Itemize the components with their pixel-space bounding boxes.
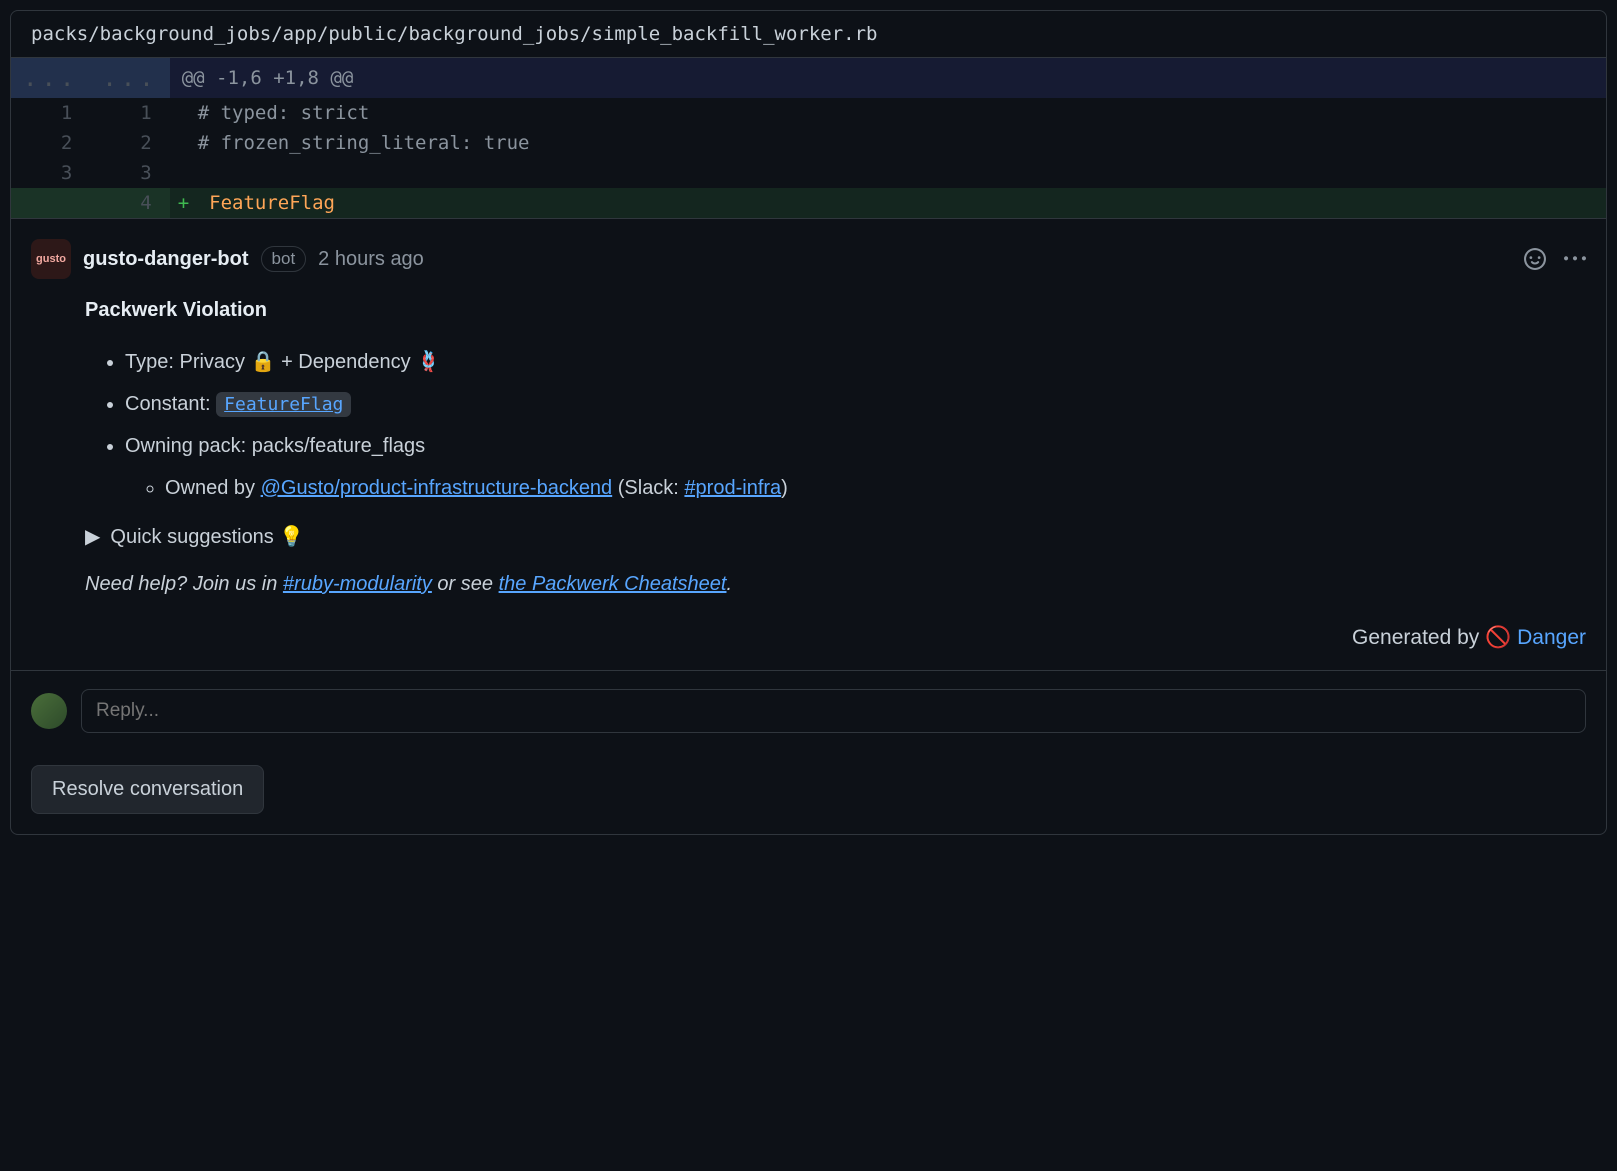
owning-pack-item: Owning pack: packs/feature_flags Owned b… (125, 430, 1586, 504)
quick-suggestions-label: Quick suggestions 💡 (110, 524, 304, 549)
violation-title: Packwerk Violation (85, 299, 1586, 322)
violation-type-item: Type: Privacy 🔒 + Dependency 🪢 (125, 346, 1586, 378)
diff-line: 2 2 # frozen_string_literal: true (11, 128, 1606, 158)
comment-timestamp[interactable]: 2 hours ago (318, 248, 424, 271)
resolve-conversation-button[interactable]: Resolve conversation (31, 765, 264, 814)
expand-hunk-old[interactable]: ... (11, 58, 90, 98)
line-number-new[interactable]: 1 (90, 98, 169, 128)
code-content: + FeatureFlag (170, 188, 1606, 218)
hunk-header-row: ... ... @@ -1,6 +1,8 @@ (11, 58, 1606, 98)
constant-link[interactable]: FeatureFlag (224, 394, 343, 415)
code-content (170, 158, 1606, 188)
diff-line-addition: 4 + FeatureFlag (11, 188, 1606, 218)
reply-input[interactable] (81, 689, 1586, 733)
line-number-old[interactable]: 3 (11, 158, 90, 188)
review-comment-container: packs/background_jobs/app/public/backgro… (10, 10, 1607, 835)
comment-header: gusto gusto-danger-bot bot 2 hours ago (31, 239, 1586, 279)
hunk-header: @@ -1,6 +1,8 @@ (170, 58, 1606, 98)
more-options-icon[interactable] (1564, 248, 1586, 270)
diff-table: ... ... @@ -1,6 +1,8 @@ 1 1 # typed: str… (11, 58, 1606, 218)
owned-by-item: Owned by @Gusto/product-infrastructure-b… (165, 472, 1586, 504)
bot-badge: bot (261, 246, 307, 272)
code-content: # frozen_string_literal: true (170, 128, 1606, 158)
comment-body: Packwerk Violation Type: Privacy 🔒 + Dep… (31, 299, 1586, 670)
reply-section (11, 670, 1606, 751)
quick-suggestions-toggle[interactable]: ▶ Quick suggestions 💡 (85, 524, 1586, 549)
file-path-header[interactable]: packs/background_jobs/app/public/backgro… (11, 11, 1606, 58)
expand-hunk-new[interactable]: ... (90, 58, 169, 98)
danger-link[interactable]: Danger (1517, 626, 1586, 649)
comment: gusto gusto-danger-bot bot 2 hours ago P… (11, 218, 1606, 670)
line-number-new[interactable]: 2 (90, 128, 169, 158)
line-number-old[interactable] (11, 188, 90, 218)
line-number-new[interactable]: 3 (90, 158, 169, 188)
help-text: Need help? Join us in #ruby-modularity o… (85, 573, 1586, 596)
line-number-old[interactable]: 1 (11, 98, 90, 128)
diff-line: 3 3 (11, 158, 1606, 188)
team-link[interactable]: @Gusto/product-infrastructure-backend (261, 477, 613, 499)
comment-actions (1524, 248, 1586, 270)
resolve-section: Resolve conversation (11, 751, 1606, 834)
violation-list: Type: Privacy 🔒 + Dependency 🪢 Constant:… (85, 346, 1586, 504)
line-number-new[interactable]: 4 (90, 188, 169, 218)
slack-link[interactable]: #prod-infra (684, 477, 781, 499)
user-avatar[interactable] (31, 693, 67, 729)
code-content: # typed: strict (170, 98, 1606, 128)
violation-constant-item: Constant: FeatureFlag (125, 388, 1586, 420)
comment-author[interactable]: gusto-danger-bot (83, 248, 249, 271)
generated-by: Generated by 🚫 Danger (85, 612, 1586, 670)
diff-line: 1 1 # typed: strict (11, 98, 1606, 128)
triangle-right-icon: ▶ (85, 524, 100, 549)
cheatsheet-link[interactable]: the Packwerk Cheatsheet (499, 573, 727, 595)
line-number-old[interactable]: 2 (11, 128, 90, 158)
emoji-react-icon[interactable] (1524, 248, 1546, 270)
bot-avatar[interactable]: gusto (31, 239, 71, 279)
modularity-link[interactable]: #ruby-modularity (283, 573, 432, 595)
